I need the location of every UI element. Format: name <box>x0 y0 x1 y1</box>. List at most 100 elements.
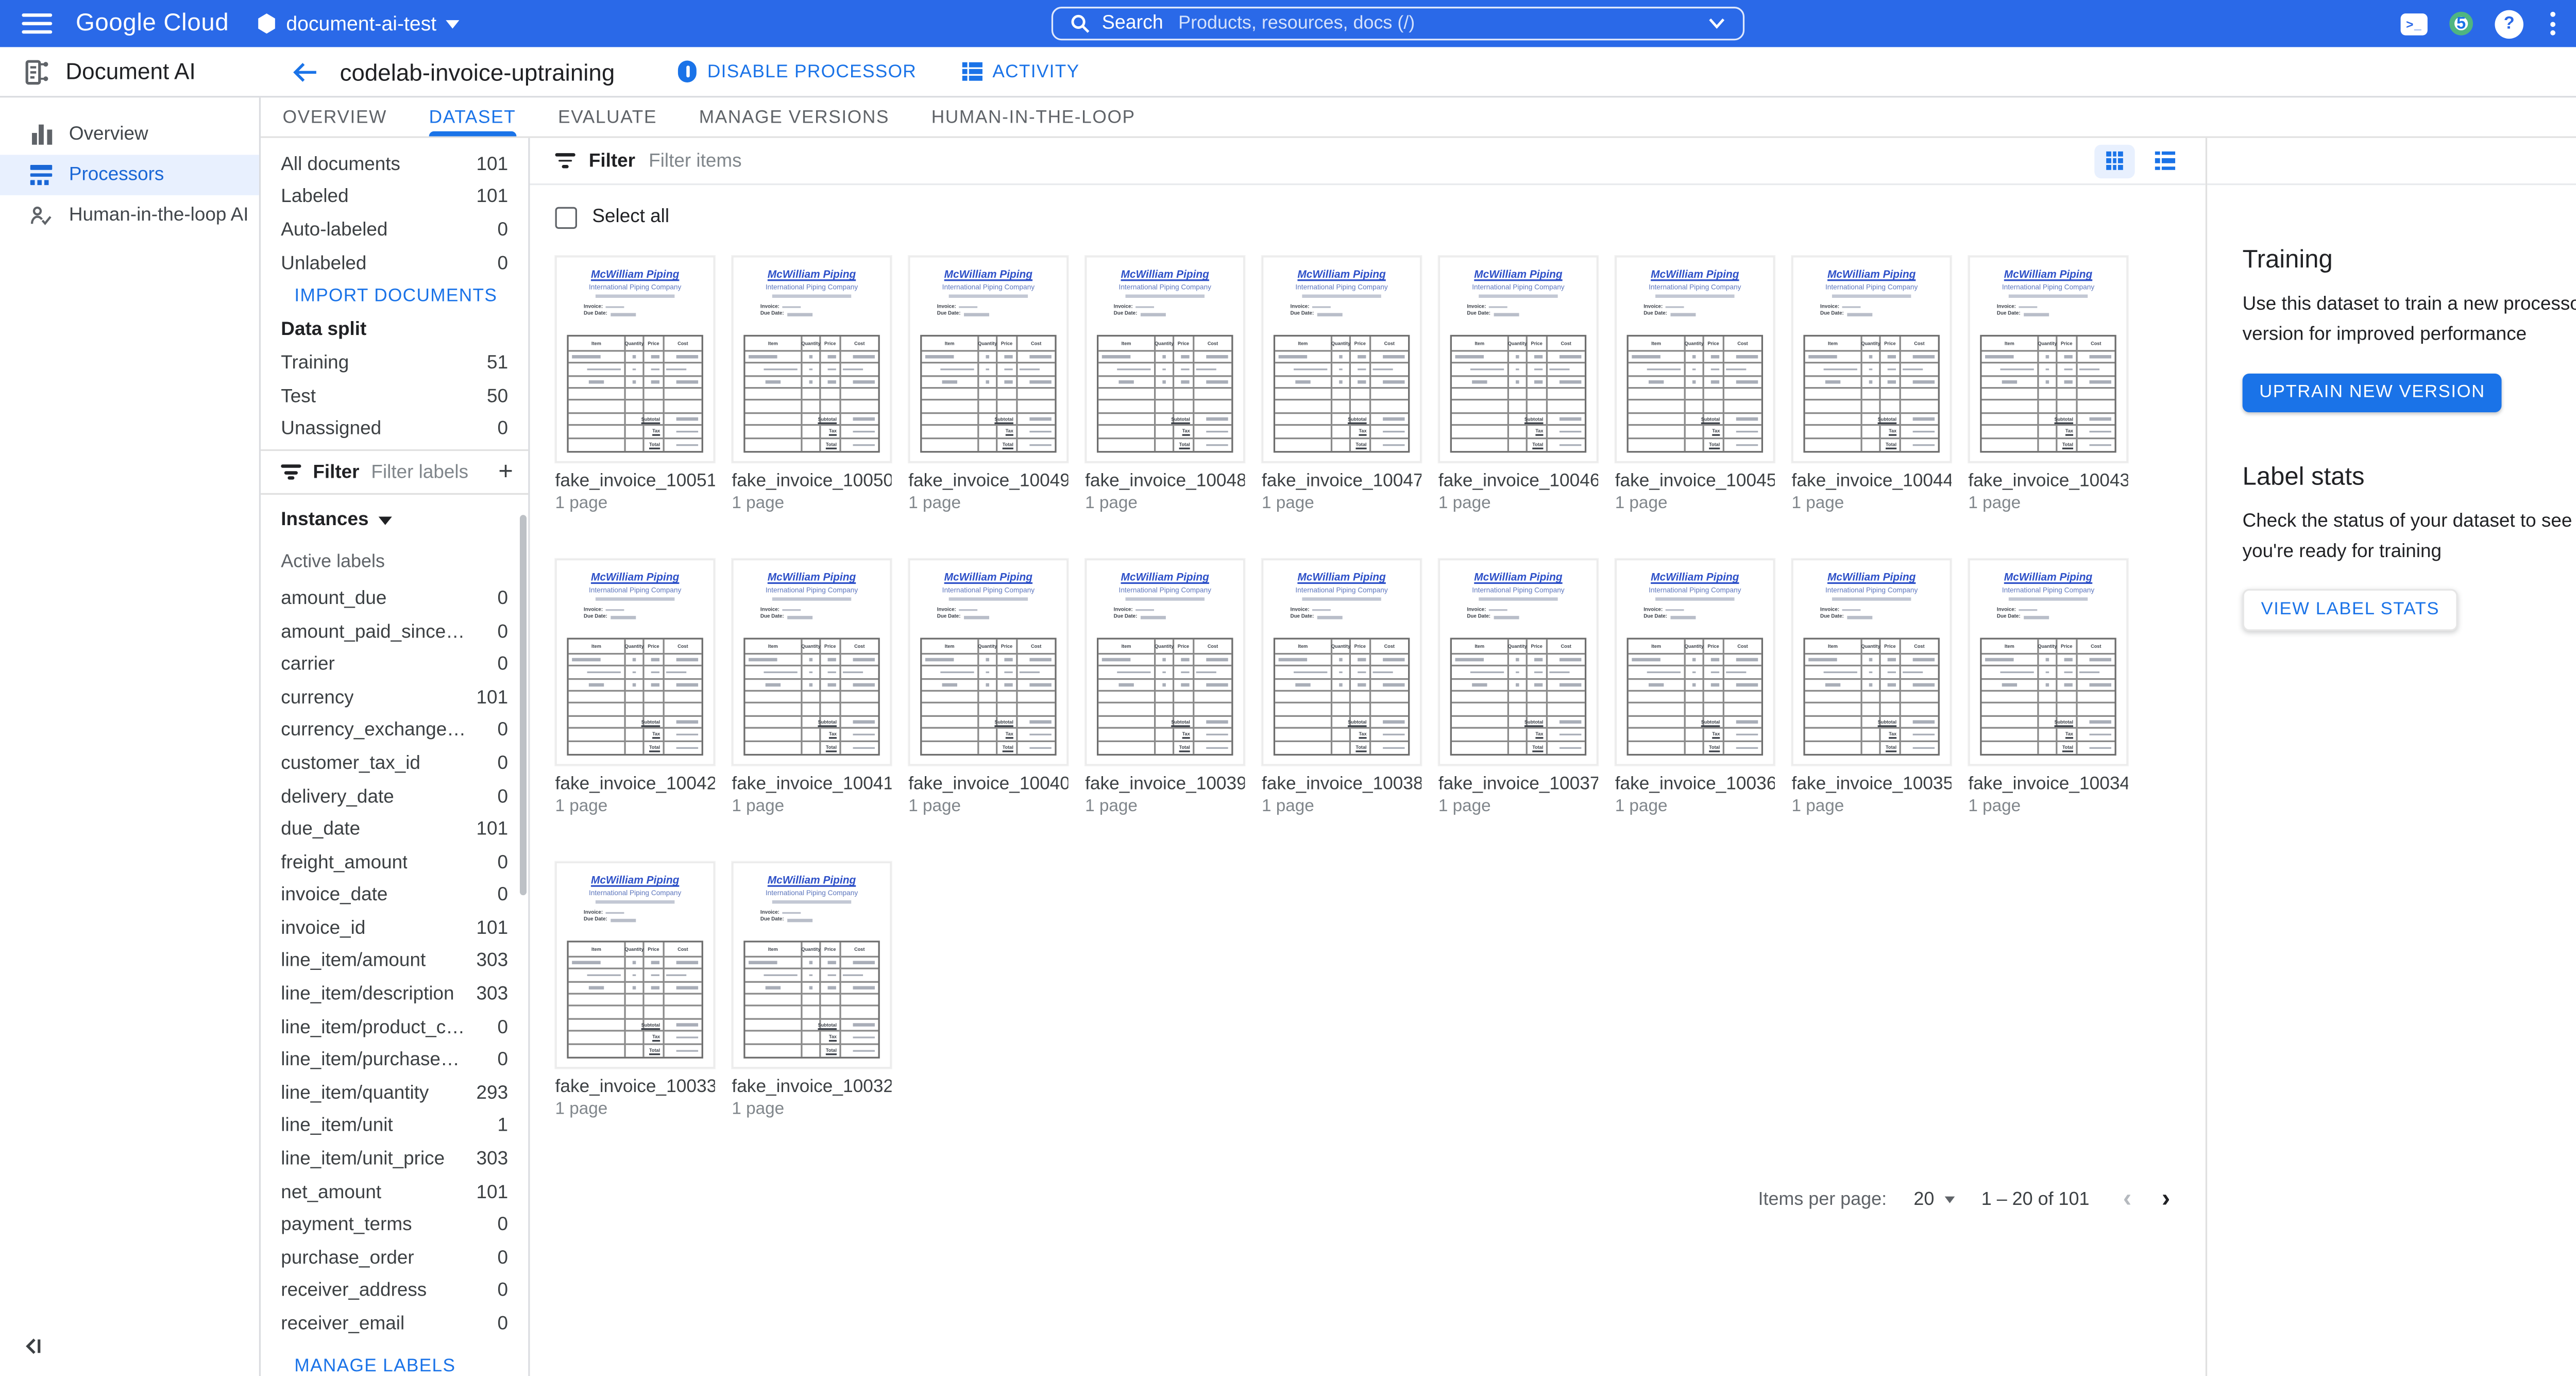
sidebar-item-hitl[interactable]: Human-in-the-loop AI <box>0 195 259 236</box>
document-thumbnail[interactable]: McWilliam PipingInternational Piping Com… <box>1615 559 1775 766</box>
document-card[interactable]: McWilliam PipingInternational Piping Com… <box>908 256 1068 513</box>
cloud-shell-icon[interactable]: >_ <box>2401 12 2428 34</box>
label-row[interactable]: line_item/amount303 <box>261 945 528 978</box>
label-row[interactable]: line_item/description303 <box>261 978 528 1011</box>
split-unassigned[interactable]: Unassigned0 <box>261 413 528 446</box>
document-thumbnail[interactable]: McWilliam PipingInternational Piping Com… <box>908 256 1068 463</box>
document-thumbnail[interactable]: McWilliam PipingInternational Piping Com… <box>555 256 715 463</box>
document-card[interactable]: McWilliam PipingInternational Piping Com… <box>1085 256 1245 513</box>
split-training[interactable]: Training51 <box>261 347 528 380</box>
help-icon[interactable]: ? <box>2495 9 2523 38</box>
sidebar-item-overview[interactable]: Overview <box>0 114 259 155</box>
document-card[interactable]: McWilliam PipingInternational Piping Com… <box>732 559 891 816</box>
label-row[interactable]: line_item/purchase_order0 <box>261 1044 528 1077</box>
document-thumbnail[interactable]: McWilliam PipingInternational Piping Com… <box>555 559 715 766</box>
document-thumbnail[interactable]: McWilliam PipingInternational Piping Com… <box>732 559 891 766</box>
document-card[interactable]: McWilliam PipingInternational Piping Com… <box>908 559 1068 816</box>
label-row[interactable]: customer_tax_id0 <box>261 747 528 780</box>
google-cloud-logo[interactable]: Google Cloud <box>76 10 229 37</box>
document-card[interactable]: McWilliam PipingInternational Piping Com… <box>555 559 715 816</box>
document-thumbnail[interactable]: McWilliam PipingInternational Piping Com… <box>1262 559 1421 766</box>
label-row[interactable]: amount_due0 <box>261 582 528 615</box>
instances-dropdown[interactable]: Instances <box>261 498 528 542</box>
grid-view-button[interactable] <box>2094 144 2134 177</box>
collapse-sidebar-icon[interactable] <box>22 1334 42 1365</box>
label-row[interactable]: line_item/unit1 <box>261 1110 528 1143</box>
document-thumbnail[interactable]: McWilliam PipingInternational Piping Com… <box>1968 559 2128 766</box>
more-options-icon[interactable] <box>2545 12 2560 36</box>
document-card[interactable]: McWilliam PipingInternational Piping Com… <box>1085 559 1245 816</box>
document-card[interactable]: McWilliam PipingInternational Piping Com… <box>555 256 715 513</box>
document-card[interactable]: McWilliam PipingInternational Piping Com… <box>1438 559 1598 816</box>
document-thumbnail[interactable]: McWilliam PipingInternational Piping Com… <box>908 559 1068 766</box>
tab-evaluate[interactable]: EVALUATE <box>558 97 657 136</box>
hamburger-menu-icon[interactable] <box>22 13 52 33</box>
document-thumbnail[interactable]: McWilliam PipingInternational Piping Com… <box>1085 256 1245 463</box>
sidebar-item-processors[interactable]: Processors <box>0 155 259 195</box>
label-row[interactable]: line_item/product_code0 <box>261 1011 528 1044</box>
label-row[interactable]: line_item/unit_price303 <box>261 1143 528 1176</box>
label-row[interactable]: line_item/quantity293 <box>261 1077 528 1110</box>
select-all-checkbox[interactable] <box>555 206 577 228</box>
label-row[interactable]: amount_paid_since_last_i…0 <box>261 615 528 648</box>
filter-items-input[interactable]: Filter items <box>649 150 2081 171</box>
label-row[interactable]: currency_exchange_rate0 <box>261 714 528 747</box>
document-card[interactable]: McWilliam PipingInternational Piping Com… <box>1792 256 1952 513</box>
label-row[interactable]: payment_terms0 <box>261 1209 528 1242</box>
document-thumbnail[interactable]: McWilliam PipingInternational Piping Com… <box>1085 559 1245 766</box>
tab-dataset[interactable]: DATASET <box>429 97 516 136</box>
label-row[interactable]: net_amount101 <box>261 1176 528 1209</box>
document-card[interactable]: McWilliam PipingInternational Piping Com… <box>1968 559 2128 816</box>
doc-filter-labeled[interactable]: Labeled101 <box>261 181 528 214</box>
add-label-button[interactable]: + <box>498 460 513 485</box>
doc-filter-unlabeled[interactable]: Unlabeled0 <box>261 247 528 280</box>
document-card[interactable]: McWilliam PipingInternational Piping Com… <box>1615 559 1775 816</box>
previous-page-button[interactable]: ‹ <box>2123 1186 2131 1212</box>
search-input[interactable]: Search Products, resources, docs (/) <box>1052 7 1744 40</box>
document-thumbnail[interactable]: McWilliam PipingInternational Piping Com… <box>555 862 715 1069</box>
document-thumbnail[interactable]: McWilliam PipingInternational Piping Com… <box>1615 256 1775 463</box>
view-label-stats-button[interactable]: VIEW LABEL STATS <box>2243 589 2458 631</box>
document-card[interactable]: McWilliam PipingInternational Piping Com… <box>732 256 891 513</box>
label-row[interactable]: delivery_date0 <box>261 780 528 813</box>
document-thumbnail[interactable]: McWilliam PipingInternational Piping Com… <box>1262 256 1421 463</box>
document-card[interactable]: McWilliam PipingInternational Piping Com… <box>1792 559 1952 816</box>
disable-processor-button[interactable]: DISABLE PROCESSOR <box>679 61 917 82</box>
notifications-badge[interactable]: 5 <box>2449 12 2473 36</box>
next-page-button[interactable]: › <box>2162 1186 2170 1212</box>
label-row[interactable]: receiver_address0 <box>261 1275 528 1308</box>
filter-labels-input[interactable]: Filter labels <box>371 462 486 482</box>
doc-filter-all-documents[interactable]: All documents101 <box>261 148 528 181</box>
manage-labels-button[interactable]: MANAGE LABELS <box>261 1348 528 1376</box>
label-row[interactable]: due_date101 <box>261 813 528 846</box>
activity-button[interactable]: ACTIVITY <box>962 61 1079 81</box>
list-view-button[interactable] <box>2145 144 2185 177</box>
document-card[interactable]: McWilliam PipingInternational Piping Com… <box>555 862 715 1119</box>
label-row[interactable]: currency101 <box>261 681 528 714</box>
document-card[interactable]: McWilliam PipingInternational Piping Com… <box>732 862 891 1119</box>
label-row[interactable]: invoice_id101 <box>261 912 528 945</box>
split-test[interactable]: Test50 <box>261 380 528 413</box>
label-row[interactable]: invoice_date0 <box>261 879 528 912</box>
tab-human-in-the-loop[interactable]: HUMAN-IN-THE-LOOP <box>931 97 1136 136</box>
document-thumbnail[interactable]: McWilliam PipingInternational Piping Com… <box>732 256 891 463</box>
uptrain-new-version-button[interactable]: UPTRAIN NEW VERSION <box>2243 374 2502 412</box>
search-expand-chevron-icon[interactable] <box>1707 17 1726 30</box>
label-row[interactable]: purchase_order0 <box>261 1242 528 1275</box>
tab-manage-versions[interactable]: MANAGE VERSIONS <box>699 97 889 136</box>
label-row[interactable]: carrier0 <box>261 648 528 681</box>
page-size-dropdown[interactable]: 20 <box>1913 1189 1954 1209</box>
doc-filter-auto-labeled[interactable]: Auto-labeled0 <box>261 214 528 247</box>
document-thumbnail[interactable]: McWilliam PipingInternational Piping Com… <box>1792 256 1952 463</box>
tab-overview[interactable]: OVERVIEW <box>283 97 387 136</box>
document-card[interactable]: McWilliam PipingInternational Piping Com… <box>1615 256 1775 513</box>
label-row[interactable]: freight_amount0 <box>261 846 528 879</box>
document-thumbnail[interactable]: McWilliam PipingInternational Piping Com… <box>1438 559 1598 766</box>
document-card[interactable]: McWilliam PipingInternational Piping Com… <box>1968 256 2128 513</box>
document-card[interactable]: McWilliam PipingInternational Piping Com… <box>1262 559 1421 816</box>
document-thumbnail[interactable]: McWilliam PipingInternational Piping Com… <box>732 862 891 1069</box>
document-thumbnail[interactable]: McWilliam PipingInternational Piping Com… <box>1438 256 1598 463</box>
document-thumbnail[interactable]: McWilliam PipingInternational Piping Com… <box>1792 559 1952 766</box>
document-card[interactable]: McWilliam PipingInternational Piping Com… <box>1262 256 1421 513</box>
import-documents-button[interactable]: IMPORT DOCUMENTS <box>261 280 528 313</box>
